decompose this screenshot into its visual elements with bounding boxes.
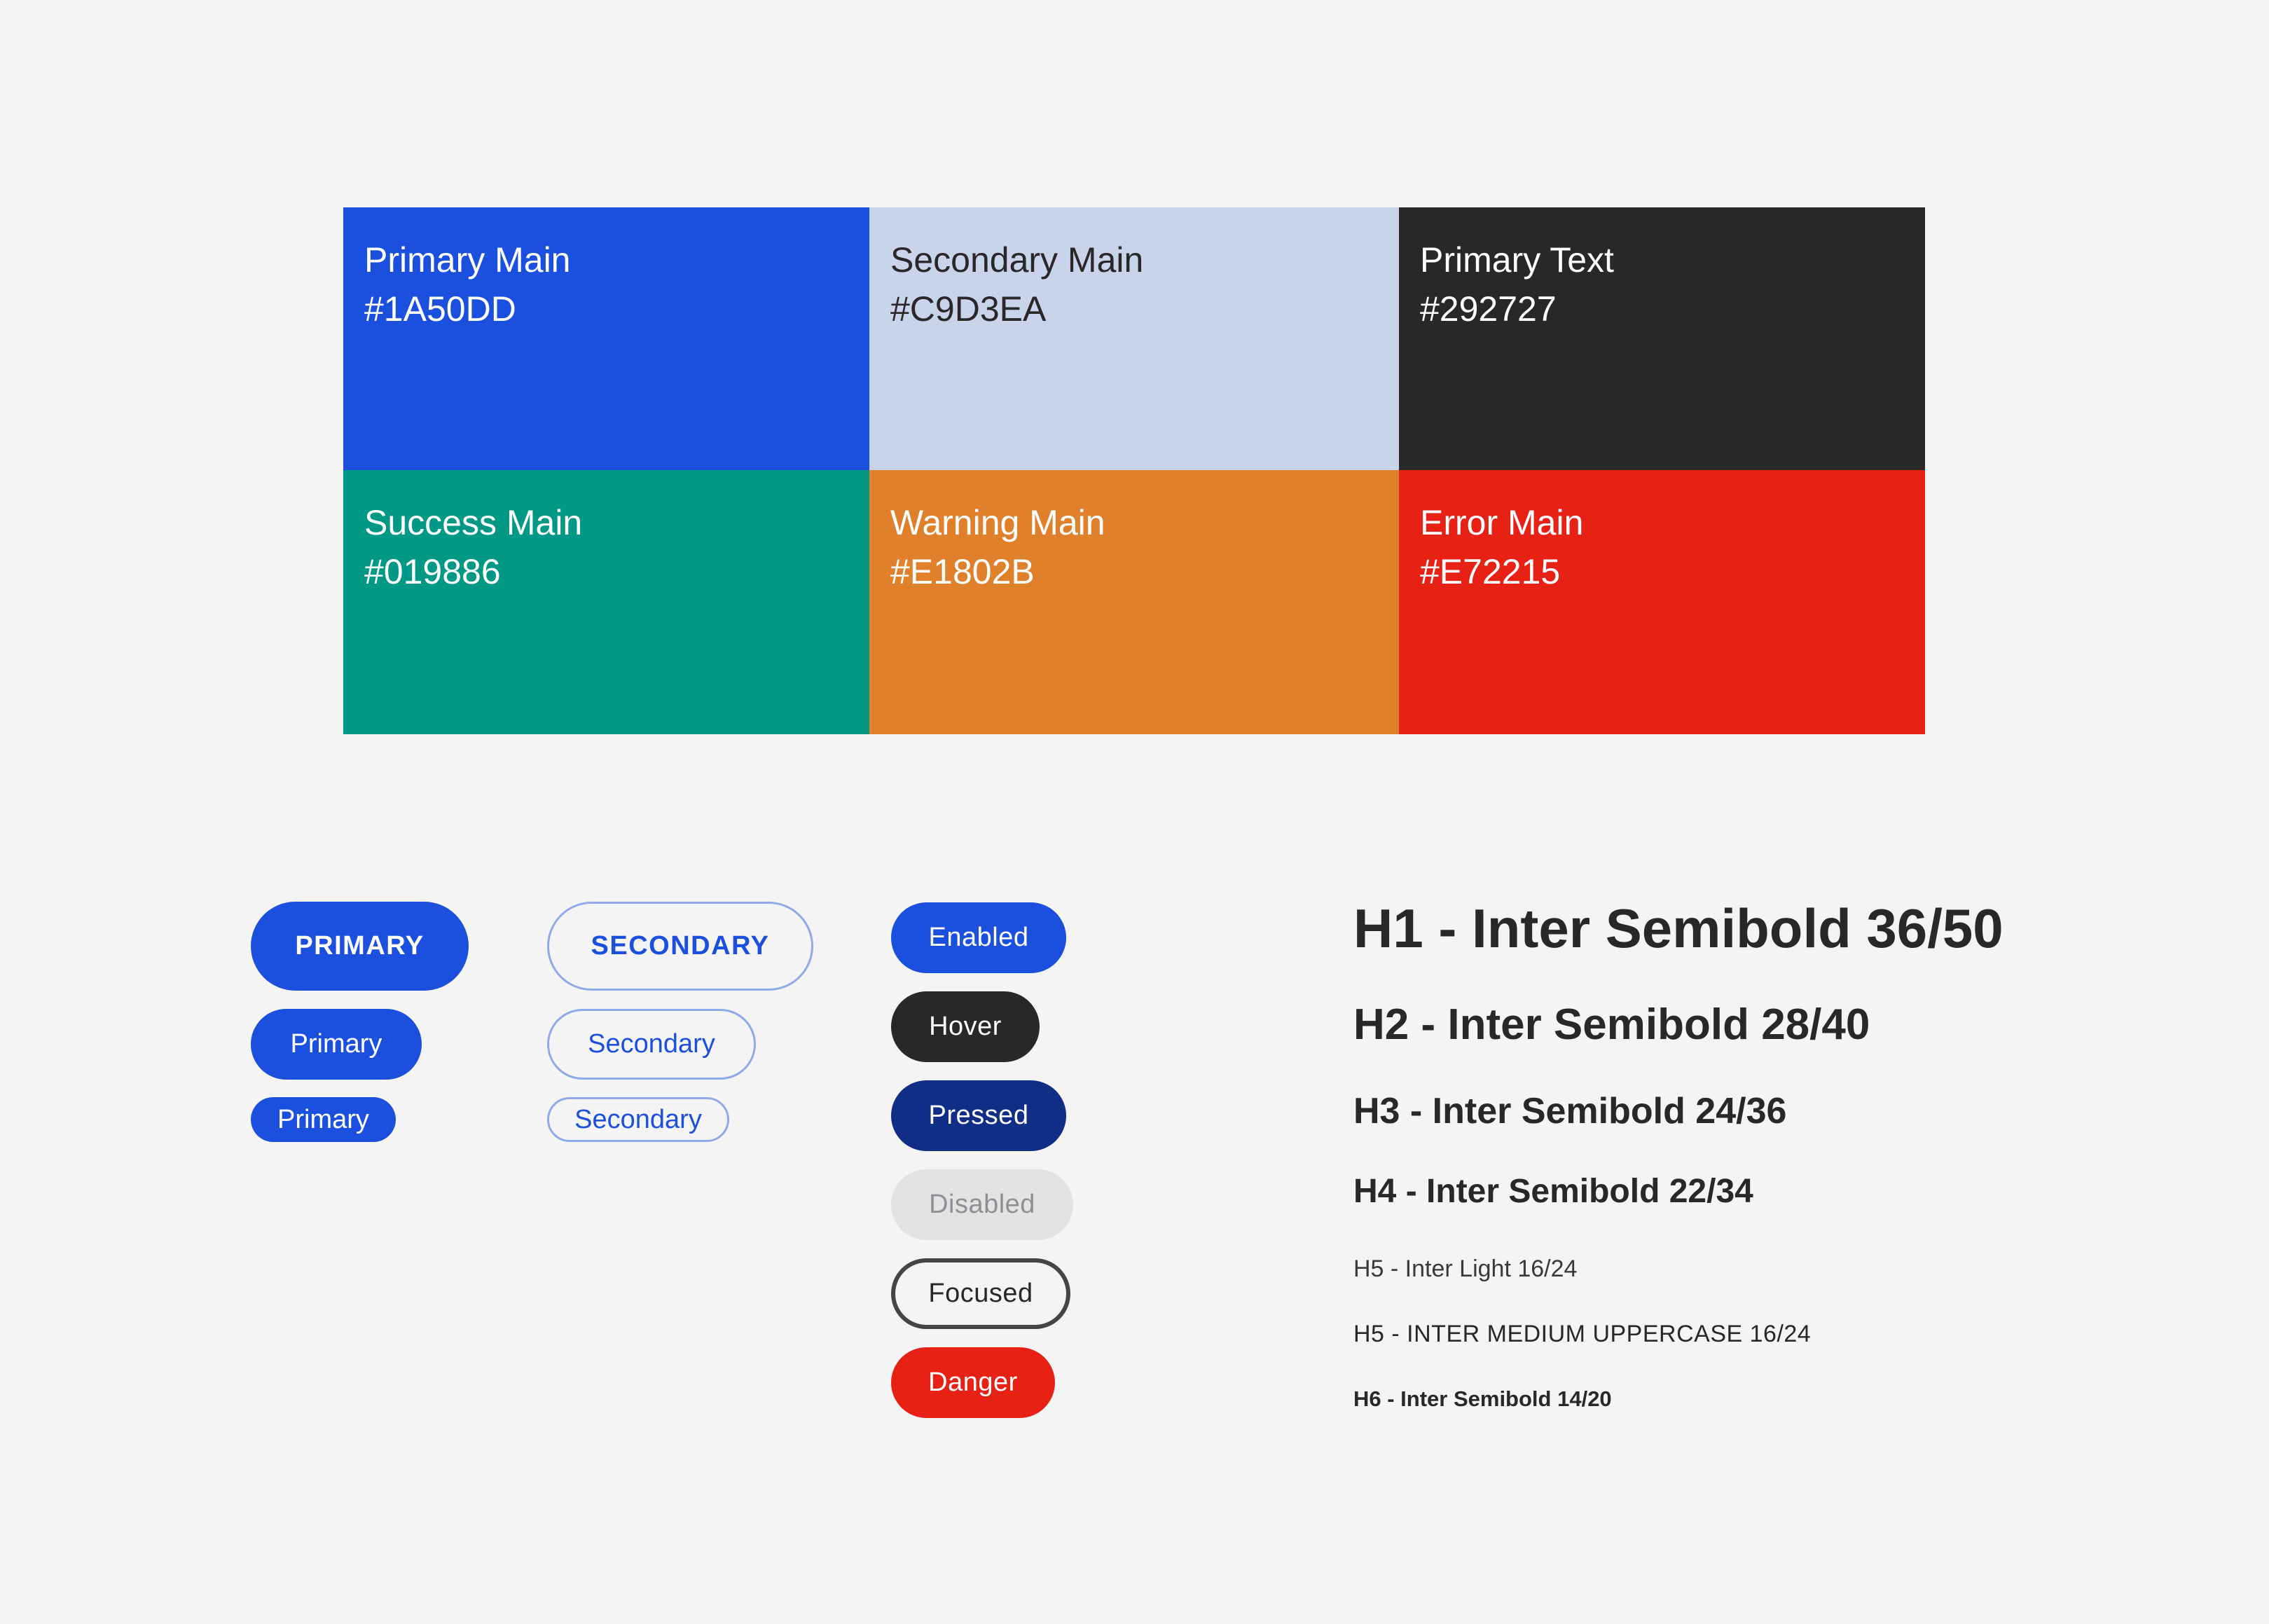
primary-button-small[interactable]: Primary: [251, 1097, 396, 1142]
swatch-hex: #E72215: [1420, 552, 1561, 591]
swatch-primary-main: Primary Main #1A50DD: [343, 207, 869, 470]
swatch-hex: #E1802B: [890, 552, 1035, 591]
swatch-secondary-main: Secondary Main #C9D3EA: [869, 207, 1399, 470]
swatch-error-main: Error Main #E72215: [1399, 470, 1925, 734]
typography-h5-medium: H5 - INTER MEDIUM UPPERCASE 16/24: [1353, 1321, 1812, 1347]
swatch-hex: #019886: [364, 552, 501, 591]
swatch-hex: #292727: [1420, 289, 1557, 329]
swatch-name: Primary Text: [1420, 240, 1614, 280]
swatch-hex: #1A50DD: [364, 289, 516, 329]
typography-h2: H2 - Inter Semibold 28/40: [1353, 1000, 1870, 1049]
typography-h1: H1 - Inter Semibold 36/50: [1353, 897, 2004, 959]
typography-h3: H3 - Inter Semibold 24/36: [1353, 1091, 1787, 1131]
swatch-primary-text: Primary Text #292727: [1399, 207, 1925, 470]
swatch-name: Error Main: [1420, 503, 1584, 542]
swatch-success-main: Success Main #019886: [343, 470, 869, 734]
focused-button[interactable]: Focused: [891, 1258, 1070, 1329]
pressed-button[interactable]: Pressed: [891, 1080, 1066, 1151]
primary-button-medium[interactable]: Primary: [251, 1009, 422, 1080]
secondary-button-large[interactable]: SECONDARY: [547, 902, 813, 991]
secondary-button-medium[interactable]: Secondary: [547, 1009, 756, 1080]
disabled-button: Disabled: [891, 1169, 1073, 1240]
typography-h4: H4 - Inter Semibold 22/34: [1353, 1173, 1753, 1210]
typography-h5-light: H5 - Inter Light 16/24: [1353, 1255, 1578, 1282]
secondary-button-small[interactable]: Secondary: [547, 1097, 729, 1142]
typography-h6: H6 - Inter Semibold 14/20: [1353, 1386, 1612, 1411]
danger-button[interactable]: Danger: [891, 1347, 1055, 1418]
swatch-warning-main: Warning Main #E1802B: [869, 470, 1399, 734]
swatch-hex: #C9D3EA: [890, 289, 1047, 329]
enabled-button[interactable]: Enabled: [891, 902, 1066, 973]
swatch-name: Success Main: [364, 503, 583, 542]
swatch-name: Secondary Main: [890, 240, 1144, 280]
swatch-name: Primary Main: [364, 240, 571, 280]
hover-button[interactable]: Hover: [891, 991, 1040, 1062]
color-palette: Primary Main #1A50DD Secondary Main #C9D…: [343, 207, 1925, 734]
primary-button-large[interactable]: PRIMARY: [251, 902, 469, 991]
swatch-name: Warning Main: [890, 503, 1105, 542]
